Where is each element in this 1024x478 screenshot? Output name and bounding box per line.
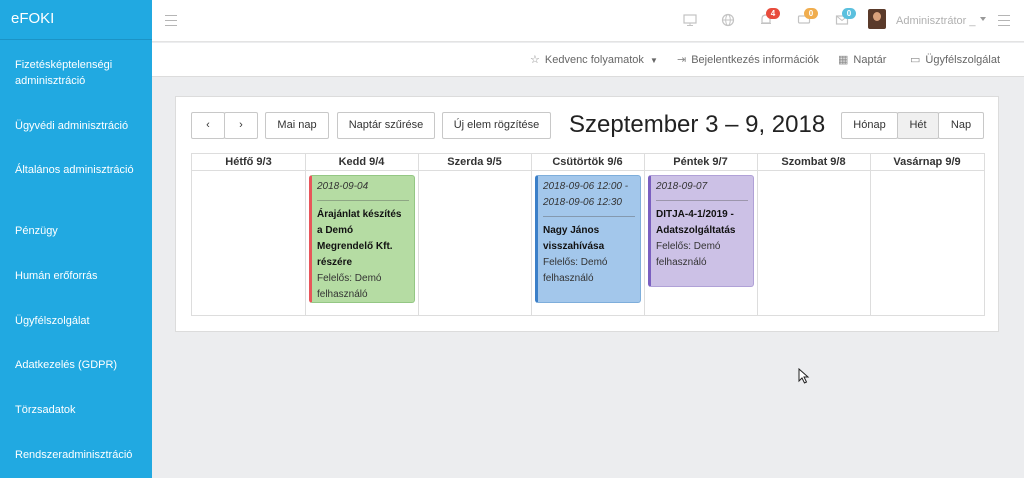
sidebar-item-altalanos[interactable]: Általános adminisztráció: [15, 162, 145, 178]
event-separator: [543, 216, 635, 217]
right-menu-icon[interactable]: [998, 15, 1010, 26]
user-menu-caret-icon[interactable]: [980, 17, 986, 21]
sign-in-icon: ⇥: [677, 54, 687, 66]
event-time: 2018-09-06 12:00 - 2018-09-06 12:30: [543, 181, 629, 208]
next-week-button[interactable]: ›: [224, 112, 258, 139]
star-icon: ☆: [530, 54, 540, 66]
prev-week-button[interactable]: ‹: [191, 112, 225, 139]
event-owner: Felelős: Demó felhasználó: [543, 257, 608, 284]
event-title: Nagy János visszahívása: [543, 225, 605, 252]
sidebar-item-human[interactable]: Humán erőforrás: [15, 268, 145, 284]
event-title: DITJA-4-1/2019 - Adatszolgáltatás: [656, 209, 736, 236]
event-owner: Felelős: Demó felhasználó: [317, 273, 382, 300]
mouse-cursor-icon: [798, 368, 810, 384]
view-month-button[interactable]: Hónap: [841, 112, 898, 139]
comment-icon: ▭: [910, 54, 921, 66]
calendar-icon: ▦: [838, 54, 849, 66]
event-time: 2018-09-07: [656, 181, 708, 192]
bell-badge: 4: [766, 8, 780, 19]
calendar-event[interactable]: 2018-09-06 12:00 - 2018-09-06 12:30 Nagy…: [535, 175, 641, 303]
day-header-fri: Péntek 9/7: [644, 154, 757, 171]
sidebar-item-rendszeradmin[interactable]: Rendszeradminisztráció: [15, 447, 145, 463]
menu-toggle-icon[interactable]: [165, 15, 177, 26]
grid-divider: [644, 154, 645, 315]
calendar-event[interactable]: 2018-09-07 DITJA-4-1/2019 - Adatszolgált…: [648, 175, 754, 287]
sidebar-item-ugyfelszolgalat[interactable]: Ügyfélszolgálat: [15, 313, 145, 329]
event-title: Árajánlat készítés a Demó Megrendelő Kft…: [317, 209, 402, 268]
support-link[interactable]: ▭ Ügyfélszolgálat: [910, 53, 1000, 66]
day-header-tue: Kedd 9/4: [305, 154, 418, 171]
user-name[interactable]: Adminisztrátor _: [896, 15, 975, 27]
calendar-panel: ‹ › Mai nap Naptár szűrése Új elem rögzí…: [175, 96, 999, 332]
top-bar: 4 0 0 Adminisztrátor _: [152, 0, 1024, 42]
week-grid: Hétfő 9/3 Kedd 9/4 Szerda 9/5 Csütörtök …: [191, 153, 985, 316]
monitor-icon[interactable]: [682, 13, 698, 29]
event-separator: [656, 200, 748, 201]
chevron-down-icon: ▼: [650, 56, 658, 65]
brand-logo[interactable]: eFOKI: [0, 0, 152, 40]
sidebar-item-torzsadatok[interactable]: Törzsadatok: [15, 402, 145, 418]
messages-icon[interactable]: 0: [796, 8, 818, 29]
day-header-thu: Csütörtök 9/6: [531, 154, 644, 171]
sidebar-item-gdpr[interactable]: Adatkezelés (GDPR): [15, 357, 145, 373]
calendar-filter-button[interactable]: Naptár szűrése: [337, 112, 435, 139]
login-info-link[interactable]: ⇥ Bejelentkezés információk: [677, 53, 819, 66]
bell-icon[interactable]: 4: [758, 8, 780, 29]
sidebar: eFOKI Fizetésképtelenségi adminisztráció…: [0, 0, 152, 478]
globe-icon[interactable]: [720, 13, 736, 29]
day-header-sun: Vasárnap 9/9: [870, 154, 984, 171]
event-separator: [317, 200, 409, 201]
grid-divider: [418, 154, 419, 315]
event-time: 2018-09-04: [317, 181, 369, 192]
quick-links-bar: ☆ Kedvenc folyamatok ▼ ⇥ Bejelentkezés inf…: [152, 43, 1024, 77]
favorites-label: Kedvenc folyamatok: [544, 54, 644, 66]
event-owner: Felelős: Demó felhasználó: [656, 241, 721, 268]
grid-divider: [870, 154, 871, 315]
day-header-sat: Szombat 9/8: [757, 154, 870, 171]
calendar-label: Naptár: [853, 54, 887, 66]
sidebar-item-penzugy[interactable]: Pénzügy: [15, 223, 145, 239]
favorites-link[interactable]: ☆ Kedvenc folyamatok ▼: [530, 53, 658, 66]
inbox-icon[interactable]: 0: [834, 8, 856, 29]
day-header-wed: Szerda 9/5: [418, 154, 531, 171]
calendar-event[interactable]: 2018-09-04 Árajánlat készítés a Demó Meg…: [309, 175, 415, 303]
day-header-mon: Hétfő 9/3: [192, 154, 305, 171]
today-button[interactable]: Mai nap: [265, 112, 329, 139]
grid-divider: [305, 154, 306, 315]
view-week-button[interactable]: Hét: [897, 112, 939, 139]
inbox-badge: 0: [842, 8, 856, 19]
view-day-button[interactable]: Nap: [938, 112, 984, 139]
new-item-button[interactable]: Új elem rögzítése: [442, 112, 551, 139]
calendar-link[interactable]: ▦ Naptár: [838, 53, 886, 66]
sidebar-item-fizeteskeptelensegi[interactable]: Fizetésképtelenségi adminisztráció: [15, 57, 145, 89]
calendar-title: Szeptember 3 – 9, 2018: [569, 111, 826, 138]
avatar[interactable]: [868, 9, 886, 29]
messages-badge: 0: [804, 8, 818, 19]
grid-divider: [531, 154, 532, 315]
grid-divider: [757, 154, 758, 315]
login-info-label: Bejelentkezés információk: [691, 54, 820, 66]
support-label: Ügyfélszolgálat: [925, 54, 1000, 66]
sidebar-item-ugyvedi[interactable]: Ügyvédi adminisztráció: [15, 118, 145, 134]
